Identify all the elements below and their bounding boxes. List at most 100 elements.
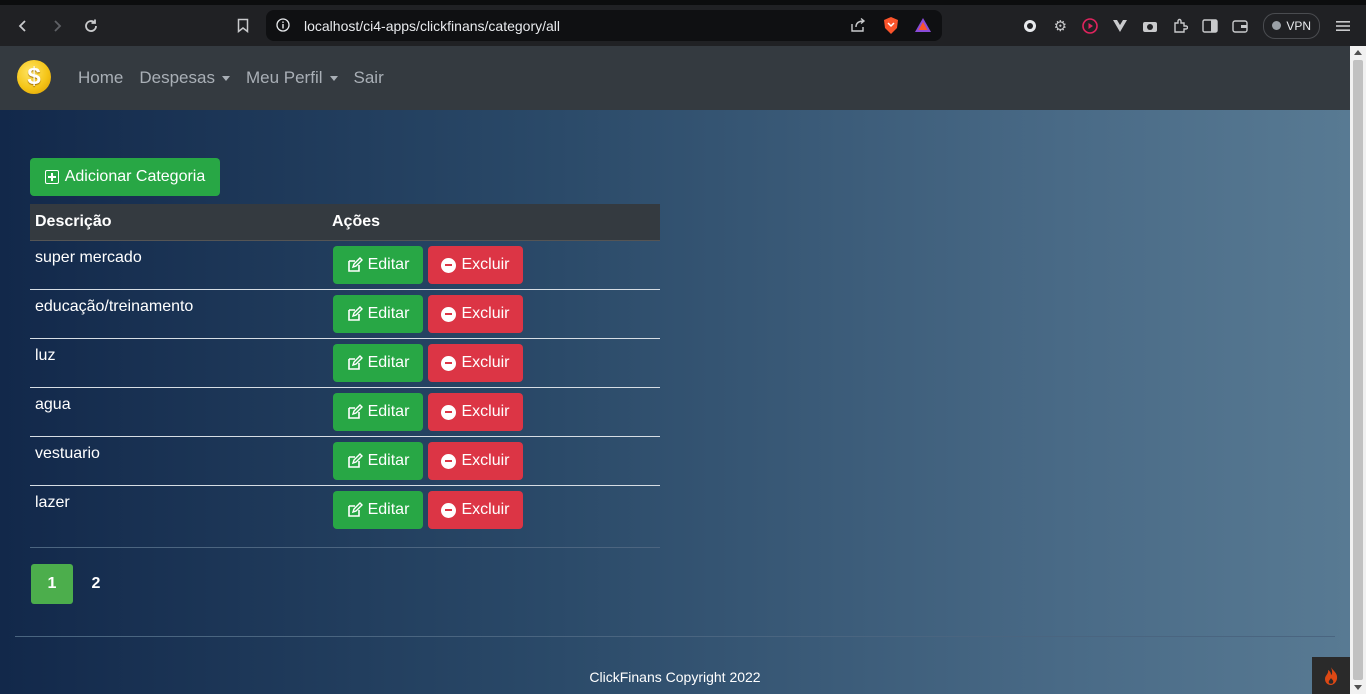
scroll-up-icon[interactable] xyxy=(1354,50,1362,55)
scroll-down-icon[interactable] xyxy=(1354,685,1362,690)
app-navbar: $ Home Despesas Meu Perfil Sair xyxy=(0,46,1350,110)
caret-down-icon xyxy=(221,75,230,81)
minus-circle-icon xyxy=(441,306,457,322)
delete-button[interactable]: Excluir xyxy=(428,344,523,382)
reload-icon[interactable] xyxy=(74,9,108,43)
page-scrollbar[interactable] xyxy=(1350,46,1366,694)
page-2-button[interactable]: 2 xyxy=(75,564,117,604)
delete-button[interactable]: Excluir xyxy=(428,393,523,431)
category-table: Descrição Ações super mercado Editar Exclu… xyxy=(30,204,660,534)
add-category-label: Adicionar Categoria xyxy=(64,168,206,185)
forward-icon[interactable] xyxy=(40,9,74,43)
pagination: 1 2 xyxy=(31,564,117,604)
edit-button[interactable]: Editar xyxy=(333,442,423,480)
edit-label: Editar xyxy=(367,452,410,469)
delete-button[interactable]: Excluir xyxy=(428,442,523,480)
play-extension-icon[interactable] xyxy=(1075,17,1105,34)
dollar-coin-logo[interactable]: $ xyxy=(17,60,51,94)
bookmark-icon[interactable] xyxy=(226,9,260,43)
delete-label: Excluir xyxy=(461,305,510,322)
nav-item-home[interactable]: Home xyxy=(78,68,123,88)
edit-label: Editar xyxy=(367,256,410,273)
delete-label: Excluir xyxy=(461,501,510,518)
address-bar[interactable]: localhost/ci4-apps/clickfinans/category/… xyxy=(266,10,942,41)
delete-label: Excluir xyxy=(461,256,510,273)
brave-shields-icon[interactable] xyxy=(882,16,900,35)
delete-label: Excluir xyxy=(461,354,510,371)
nav-item-meu-perfil[interactable]: Meu Perfil xyxy=(246,68,338,88)
caret-down-icon xyxy=(329,75,338,81)
nav-item-label: Sair xyxy=(353,68,384,87)
nav-item-label: Despesas xyxy=(139,68,215,87)
category-description: super mercado xyxy=(35,249,142,266)
table-row: super mercado Editar Excluir xyxy=(30,241,660,290)
sidebar-icon[interactable] xyxy=(1195,18,1225,33)
extension-circle-icon[interactable] xyxy=(1015,19,1045,33)
edit-button[interactable]: Editar xyxy=(333,491,423,529)
edit-icon xyxy=(347,306,363,321)
edit-icon xyxy=(347,502,363,517)
plus-square-icon xyxy=(44,170,59,184)
vpn-label: VPN xyxy=(1286,18,1311,33)
minus-circle-icon xyxy=(441,257,457,273)
nav-item-label: Home xyxy=(78,68,124,87)
delete-button[interactable]: Excluir xyxy=(428,491,523,529)
category-description: lazer xyxy=(35,494,70,511)
edit-button[interactable]: Editar xyxy=(333,295,423,333)
table-row: vestuario Editar Excluir xyxy=(30,437,660,486)
scrollbar-thumb[interactable] xyxy=(1353,60,1363,680)
category-description: vestuario xyxy=(35,445,100,462)
hamburger-menu-icon[interactable] xyxy=(1328,20,1358,32)
header-descricao: Descrição xyxy=(35,213,112,230)
nav-item-despesas[interactable]: Despesas xyxy=(139,68,230,88)
share-icon[interactable] xyxy=(850,17,866,33)
vue-extension-icon[interactable] xyxy=(1105,19,1135,33)
browser-toolbar: localhost/ci4-apps/clickfinans/category/… xyxy=(0,5,1366,46)
page-1-button[interactable]: 1 xyxy=(31,564,73,604)
minus-circle-icon xyxy=(441,355,457,371)
edit-label: Editar xyxy=(367,305,410,322)
brave-rewards-icon[interactable] xyxy=(914,17,932,33)
extensions-puzzle-icon[interactable] xyxy=(1165,18,1195,34)
minus-circle-icon xyxy=(441,404,457,420)
footer-divider xyxy=(15,636,1335,637)
minus-circle-icon xyxy=(441,502,457,518)
vpn-button[interactable]: VPN xyxy=(1263,12,1320,39)
category-description: educação/treinamento xyxy=(35,298,194,315)
delete-label: Excluir xyxy=(461,403,510,420)
header-acoes: Ações xyxy=(332,213,381,230)
edit-button[interactable]: Editar xyxy=(333,246,423,284)
vpn-status-icon xyxy=(1272,21,1282,30)
table-header: Descrição Ações xyxy=(30,204,660,241)
back-icon[interactable] xyxy=(6,9,40,43)
delete-button[interactable]: Excluir xyxy=(428,246,523,284)
page-content: $ Home Despesas Meu Perfil Sair Adiciona… xyxy=(0,46,1350,694)
edit-icon xyxy=(347,257,363,272)
edit-icon xyxy=(347,453,363,468)
edit-icon xyxy=(347,404,363,419)
url-text[interactable]: localhost/ci4-apps/clickfinans/category/… xyxy=(304,18,560,34)
edit-icon xyxy=(347,355,363,370)
edit-label: Editar xyxy=(367,403,410,420)
edit-label: Editar xyxy=(367,501,410,518)
nav-item-label: Meu Perfil xyxy=(245,68,323,87)
nav-item-sair[interactable]: Sair xyxy=(354,68,384,88)
add-category-button[interactable]: Adicionar Categoria xyxy=(30,158,220,196)
delete-label: Excluir xyxy=(461,452,510,469)
wallet-icon[interactable] xyxy=(1225,19,1255,33)
delete-button[interactable]: Excluir xyxy=(428,295,523,333)
table-row: educação/treinamento Editar Excluir xyxy=(30,290,660,339)
category-description: agua xyxy=(35,396,71,413)
edit-button[interactable]: Editar xyxy=(333,393,423,431)
edit-button[interactable]: Editar xyxy=(333,344,423,382)
table-divider xyxy=(30,547,660,548)
camera-icon[interactable] xyxy=(1135,19,1165,33)
table-row: lazer Editar Excluir xyxy=(30,486,660,534)
codeigniter-debug-icon[interactable] xyxy=(1312,657,1350,694)
edit-label: Editar xyxy=(367,354,410,371)
gear-icon[interactable]: ⚙ xyxy=(1045,17,1075,35)
table-row: luz Editar Excluir xyxy=(30,339,660,388)
site-info-icon[interactable] xyxy=(276,18,290,32)
table-row: agua Editar Excluir xyxy=(30,388,660,437)
minus-circle-icon xyxy=(441,453,457,469)
